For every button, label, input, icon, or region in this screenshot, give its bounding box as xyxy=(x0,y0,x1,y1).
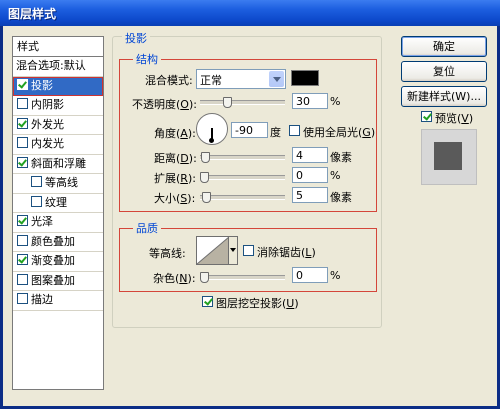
distance-input[interactable]: 4 xyxy=(292,147,328,163)
style-item-label: 内发光 xyxy=(31,137,64,150)
noise-slider-thumb[interactable] xyxy=(200,272,209,283)
angle-dial-dot xyxy=(209,138,214,143)
title-bar: 图层样式 xyxy=(0,0,500,26)
chevron-down-icon xyxy=(269,71,284,87)
style-item-label: 描边 xyxy=(31,293,53,306)
style-item-label: 斜面和浮雕 xyxy=(31,156,86,170)
style-item-3[interactable]: 内发光 xyxy=(13,135,103,155)
distance-label: 距离(D): xyxy=(154,152,197,165)
style-item-checkbox[interactable] xyxy=(17,137,28,148)
opacity-unit: % xyxy=(330,95,341,108)
blend-options-item[interactable]: 混合选项:默认 xyxy=(13,57,103,77)
spread-input[interactable]: 0 xyxy=(292,167,328,183)
style-item-label: 图案叠加 xyxy=(31,273,75,287)
opacity-label: 不透明度(O): xyxy=(132,98,197,111)
style-item-6[interactable]: 纹理 xyxy=(13,194,103,213)
preview-thumbnail xyxy=(421,129,477,185)
contour-dropdown-button[interactable] xyxy=(228,236,238,265)
spread-slider-thumb[interactable] xyxy=(200,172,209,183)
spread-label: 扩展(R): xyxy=(154,172,196,185)
style-item-checkbox[interactable] xyxy=(31,195,42,207)
new-style-button[interactable]: 新建样式(W)... xyxy=(401,86,487,107)
size-slider[interactable] xyxy=(200,192,285,203)
ok-button[interactable]: 确定 xyxy=(401,36,487,57)
blend-mode-value: 正常 xyxy=(200,74,222,87)
blend-mode-label: 混合模式: xyxy=(145,74,193,87)
shadow-color-swatch[interactable] xyxy=(291,70,319,86)
anti-alias-checkbox[interactable] xyxy=(243,245,254,256)
style-item-checkbox[interactable] xyxy=(17,234,28,246)
style-list: 样式 混合选项:默认 投影内阴影外发光内发光斜面和浮雕等高线纹理光泽颜色叠加渐变… xyxy=(12,36,104,390)
quality-title: 品质 xyxy=(133,220,161,236)
noise-unit: % xyxy=(330,269,341,282)
style-item-checkbox[interactable] xyxy=(17,156,28,168)
style-item-label: 光泽 xyxy=(31,215,53,228)
noise-label: 杂色(N): xyxy=(153,272,196,285)
style-item-checkbox[interactable] xyxy=(17,254,28,265)
contour-picker[interactable] xyxy=(196,236,230,265)
style-item-checkbox[interactable] xyxy=(17,117,28,129)
style-item-5[interactable]: 等高线 xyxy=(13,174,103,194)
noise-input[interactable]: 0 xyxy=(292,267,328,283)
style-item-10[interactable]: 图案叠加 xyxy=(13,272,103,291)
opacity-input[interactable]: 30 xyxy=(292,93,328,109)
distance-unit: 像素 xyxy=(330,151,352,164)
angle-unit: 度 xyxy=(270,126,281,139)
drop-shadow-title: 投影 xyxy=(122,30,150,46)
style-item-label: 渐变叠加 xyxy=(31,254,75,267)
style-item-8[interactable]: 颜色叠加 xyxy=(13,233,103,252)
angle-label: 角度(A): xyxy=(154,127,196,140)
style-item-checkbox[interactable] xyxy=(17,273,28,285)
style-item-label: 外发光 xyxy=(31,117,64,131)
style-item-label: 内阴影 xyxy=(31,98,64,111)
spread-slider[interactable] xyxy=(200,172,285,183)
style-item-1[interactable]: 内阴影 xyxy=(13,96,103,116)
contour-label: 等高线: xyxy=(149,247,186,260)
opacity-slider[interactable] xyxy=(200,97,285,108)
style-item-checkbox[interactable] xyxy=(17,98,28,109)
distance-slider-thumb[interactable] xyxy=(201,152,210,163)
style-list-header[interactable]: 样式 xyxy=(13,37,103,57)
knockout-checkbox[interactable] xyxy=(202,296,213,307)
global-light-label[interactable]: 使用全局光(G) xyxy=(303,124,375,140)
distance-slider[interactable] xyxy=(200,152,285,163)
blend-mode-select[interactable]: 正常 xyxy=(196,69,286,89)
style-item-checkbox[interactable] xyxy=(17,78,28,90)
style-item-11[interactable]: 描边 xyxy=(13,291,103,311)
style-item-label: 纹理 xyxy=(45,195,67,209)
style-item-checkbox[interactable] xyxy=(17,215,28,226)
style-item-label: 颜色叠加 xyxy=(31,234,75,248)
style-item-2[interactable]: 外发光 xyxy=(13,116,103,135)
angle-dial[interactable] xyxy=(196,113,228,145)
knockout-label[interactable]: 图层挖空投影(U) xyxy=(216,295,299,311)
style-item-label: 投影 xyxy=(31,78,53,92)
preview-checkbox[interactable] xyxy=(421,111,432,122)
size-label: 大小(S): xyxy=(154,192,196,205)
contour-curve-icon xyxy=(196,236,230,265)
structure-title: 结构 xyxy=(133,51,161,67)
size-slider-thumb[interactable] xyxy=(202,192,211,203)
noise-slider[interactable] xyxy=(200,272,285,283)
opacity-slider-thumb[interactable] xyxy=(223,97,232,108)
style-item-checkbox[interactable] xyxy=(31,176,42,187)
size-input[interactable]: 5 xyxy=(292,187,328,203)
spread-unit: % xyxy=(330,169,341,182)
style-item-9[interactable]: 渐变叠加 xyxy=(13,252,103,272)
style-item-0[interactable]: 投影 xyxy=(13,76,103,96)
style-item-checkbox[interactable] xyxy=(17,293,28,304)
style-item-label: 等高线 xyxy=(45,176,78,189)
style-item-7[interactable]: 光泽 xyxy=(13,213,103,233)
style-item-4[interactable]: 斜面和浮雕 xyxy=(13,155,103,174)
angle-input[interactable]: -90 xyxy=(231,122,268,138)
size-unit: 像素 xyxy=(330,191,352,204)
layer-style-dialog: 样式 混合选项:默认 投影内阴影外发光内发光斜面和浮雕等高线纹理光泽颜色叠加渐变… xyxy=(3,26,497,406)
anti-alias-label[interactable]: 消除锯齿(L) xyxy=(257,244,316,260)
preview-label[interactable]: 预览(V) xyxy=(435,110,473,126)
global-light-checkbox[interactable] xyxy=(289,125,300,136)
reset-button[interactable]: 复位 xyxy=(401,61,487,82)
window-title: 图层样式 xyxy=(8,7,57,21)
